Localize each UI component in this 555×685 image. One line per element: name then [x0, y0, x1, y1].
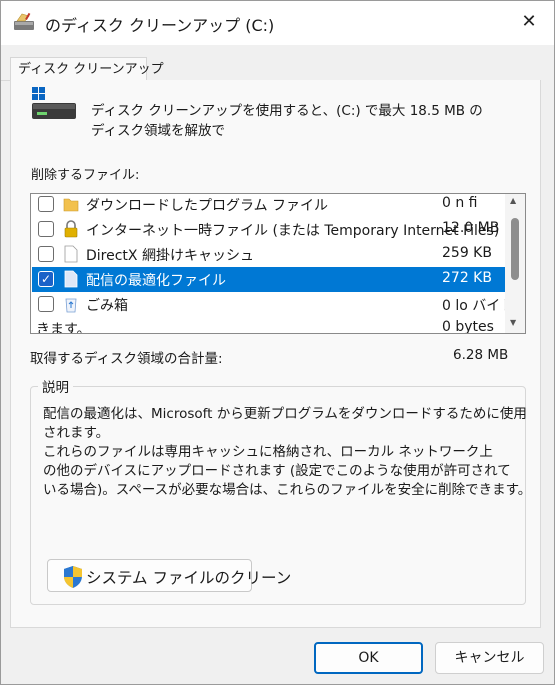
list-item[interactable]: きます。 0 bytes [32, 316, 506, 334]
item-name: 配信の最適化ファイル [86, 273, 226, 289]
item-name: ダウンロードしたプログラム ファイル [86, 198, 329, 214]
title-bar: のディスク クリーンアップ (C:) ✕ [1, 1, 554, 45]
description-legend: 説明 [38, 376, 73, 396]
window-title: のディスク クリーンアップ (C:) [45, 16, 275, 35]
total-space-value: 6.28 MB [453, 347, 509, 363]
item-name: ごみ箱 [86, 298, 128, 314]
drive-icon [32, 87, 76, 119]
tab-disk-cleanup[interactable]: ディスク クリーンアップ [10, 57, 164, 81]
lock-icon [64, 220, 78, 238]
item-size: 272 KB [442, 270, 492, 286]
clean-system-files-button[interactable]: システム ファイルのクリーン [47, 559, 291, 592]
list-item[interactable]: ダウンロードしたプログラム ファイル 0 n fi [32, 194, 506, 217]
total-space-label: 取得するディスク領域の合計量: [30, 351, 223, 367]
cancel-button[interactable]: キャンセル [435, 642, 544, 674]
item-size: 0 lo バイト [442, 298, 515, 314]
item-size: 259 KB [442, 245, 492, 261]
intro-line-2: ディスク領域を解放で [91, 123, 226, 139]
item-name: きます。 [36, 322, 91, 334]
item-name: インターネット一時ファイル (または Temporary Internet Fi… [86, 223, 500, 239]
intro-text: ディスク クリーンアップを使用すると、(C:) で最大 18.5 MB の ディ… [91, 101, 491, 141]
folder-icon [63, 198, 79, 212]
item-checkbox[interactable] [38, 196, 54, 212]
item-name: DirectX 網掛けキャッシュ [86, 248, 254, 264]
description-text: 配信の最適化は、Microsoft から更新プログラムをダウンロードするために使… [43, 405, 533, 500]
clean-system-files-label: システム ファイルのクリーン [86, 569, 292, 587]
list-item[interactable]: インターネット一時ファイル (または Temporary Internet Fi… [32, 217, 506, 242]
description-line-4: いる場合)。スペースが必要な場合は、これらのファイルを安全に削除できます。 [43, 482, 532, 498]
item-size: 12.0 MB [442, 220, 500, 236]
description-line-3: の他のデバイスにアップロードされます (設定でこのような使用が許可されて [43, 463, 511, 479]
item-checkbox-checked[interactable]: ✓ [38, 271, 54, 287]
scroll-thumb[interactable] [511, 218, 519, 280]
scroll-down-arrow-icon[interactable]: ▼ [510, 318, 516, 327]
files-list[interactable]: ダウンロードしたプログラム ファイル 0 n fi インターネット一時ファイル … [30, 193, 526, 334]
item-size: 0 bytes [442, 319, 494, 334]
file-icon [64, 245, 78, 263]
recycle-bin-icon [65, 298, 77, 313]
item-checkbox[interactable] [38, 246, 54, 262]
close-button[interactable]: ✕ [506, 1, 552, 41]
disk-cleanup-app-icon [14, 12, 34, 30]
list-item[interactable]: DirectX 網掛けキャッシュ 259 KB [32, 242, 506, 267]
intro-line-1: ディスク クリーンアップを使用すると、(C:) で最大 18.5 MB の [91, 103, 483, 119]
description-line-1: 配信の最適化は、Microsoft から更新プログラムをダウンロードするために使… [43, 406, 527, 441]
item-size: 0 n fi [442, 195, 478, 211]
description-line-2: これらのファイルは専用キャッシュに格納され、ローカル ネットワーク上 [43, 444, 493, 460]
disk-cleanup-window: のディスク クリーンアップ (C:) ✕ ディスク クリーンアップ ディスク ク… [0, 0, 555, 685]
list-scrollbar[interactable]: ▲ ▼ [505, 194, 525, 333]
scroll-up-arrow-icon[interactable]: ▲ [510, 196, 516, 205]
item-checkbox[interactable] [38, 221, 54, 237]
list-item[interactable]: ごみ箱 0 lo バイト [32, 292, 514, 317]
file-icon [64, 270, 78, 288]
ok-button[interactable]: OK [314, 642, 423, 674]
uac-shield-icon [64, 566, 82, 588]
item-checkbox[interactable] [38, 296, 54, 312]
files-to-delete-label: 削除するファイル: [31, 168, 140, 183]
list-item-selected[interactable]: ✓ 配信の最適化ファイル 272 KB [32, 267, 506, 292]
